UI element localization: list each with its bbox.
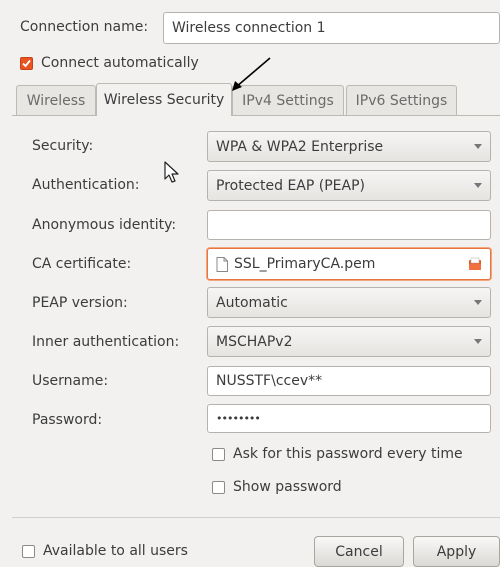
connection-name-label: Connection name: <box>20 19 149 35</box>
peap-version-label: PEAP version: <box>32 295 128 311</box>
inner-authentication-value: MSCHAPv2 <box>216 333 293 350</box>
chevron-down-icon <box>474 144 482 149</box>
anonymous-identity-input[interactable] <box>207 210 491 240</box>
connection-name-input[interactable]: Wireless connection 1 <box>163 12 500 44</box>
show-password-checkbox[interactable]: Show password <box>212 479 342 495</box>
checkbox-checked-icon <box>20 56 33 70</box>
password-input[interactable]: •••••••• <box>207 404 491 433</box>
chevron-down-icon <box>474 183 482 188</box>
inner-authentication-dropdown[interactable]: MSCHAPv2 <box>207 326 491 357</box>
username-label: Username: <box>32 373 109 389</box>
authentication-dropdown[interactable]: Protected EAP (PEAP) <box>207 170 491 201</box>
apply-button[interactable]: Apply <box>413 536 500 567</box>
checkbox-unchecked-icon <box>22 544 35 558</box>
ask-password-label: Ask for this password every time <box>233 446 463 462</box>
username-input[interactable]: NUSSTF\ccev** <box>207 366 491 396</box>
tab-bar-border <box>12 115 500 116</box>
ca-certificate-file-chooser[interactable]: SSL_PrimaryCA.pem <box>207 248 491 280</box>
mouse-cursor-icon <box>164 161 179 183</box>
file-icon <box>216 256 228 272</box>
cancel-button[interactable]: Cancel <box>314 536 404 567</box>
tab-wireless-security[interactable]: Wireless Security <box>96 83 232 116</box>
anonymous-identity-label: Anonymous identity: <box>32 217 177 233</box>
checkbox-unchecked-icon <box>212 480 225 494</box>
folder-open-icon <box>469 257 481 270</box>
available-to-all-users-label: Available to all users <box>43 543 188 559</box>
peap-version-dropdown[interactable]: Automatic <box>207 287 491 318</box>
ask-password-checkbox[interactable]: Ask for this password every time <box>212 446 463 462</box>
annotation-arrow-icon <box>232 57 271 91</box>
tab-wireless[interactable]: Wireless <box>16 85 96 115</box>
show-password-label: Show password <box>233 479 342 495</box>
available-to-all-users-checkbox[interactable]: Available to all users <box>22 543 188 559</box>
security-dropdown[interactable]: WPA & WPA2 Enterprise <box>207 131 491 162</box>
connect-automatically-checkbox[interactable]: Connect automatically <box>20 55 199 71</box>
checkbox-unchecked-icon <box>212 447 225 461</box>
chevron-down-icon <box>474 300 482 305</box>
security-label: Security: <box>32 138 94 154</box>
notebook-bottom-border <box>12 517 500 518</box>
password-label: Password: <box>32 412 103 428</box>
authentication-value: Protected EAP (PEAP) <box>216 177 365 194</box>
chevron-down-icon <box>474 339 482 344</box>
security-value: WPA & WPA2 Enterprise <box>216 138 384 155</box>
authentication-label: Authentication: <box>32 177 140 193</box>
ca-certificate-label: CA certificate: <box>32 256 132 272</box>
ca-certificate-value: SSL_PrimaryCA.pem <box>234 256 376 272</box>
peap-version-value: Automatic <box>216 294 288 311</box>
tab-ipv6-settings[interactable]: IPv6 Settings <box>346 85 457 115</box>
inner-authentication-label: Inner authentication: <box>32 334 180 350</box>
connect-automatically-label: Connect automatically <box>41 55 199 71</box>
